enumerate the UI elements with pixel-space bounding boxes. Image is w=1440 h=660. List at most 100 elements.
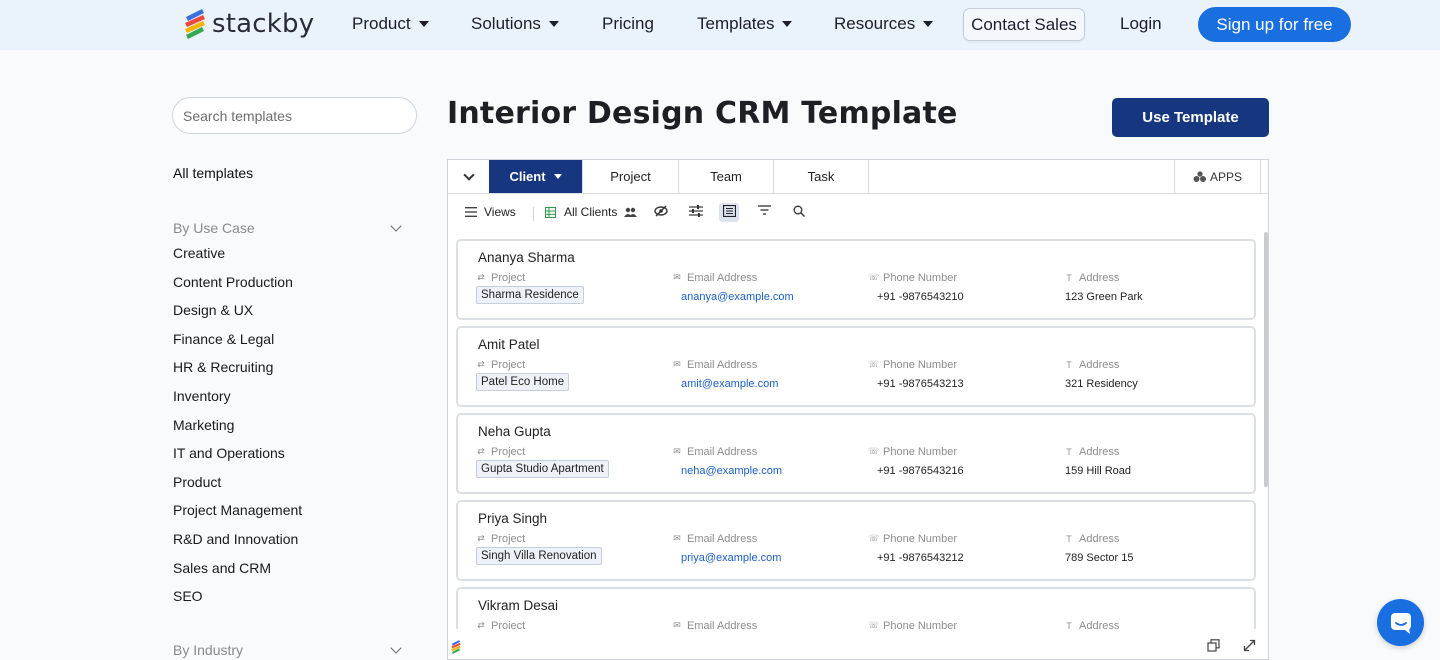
hide-fields-button[interactable]	[654, 205, 668, 217]
tab-task[interactable]: Task	[774, 160, 869, 193]
phone-field: ☏ Phone Number +91 -9876543216	[868, 445, 964, 478]
use-case-item[interactable]: Content Production	[173, 273, 302, 302]
expand-icon[interactable]	[1243, 639, 1256, 652]
address-value: 123 Green Park	[1065, 291, 1143, 303]
address-field: T Address	[1064, 619, 1119, 630]
login-link[interactable]: Login	[1120, 14, 1162, 34]
use-case-item[interactable]: SEO	[173, 587, 302, 616]
contact-sales-button[interactable]: Contact Sales	[963, 8, 1085, 41]
phone-field: ☏ Phone Number	[868, 619, 957, 630]
email-value[interactable]: priya@example.com	[681, 552, 781, 564]
email-icon: ✉	[673, 272, 681, 282]
use-case-item[interactable]: Inventory	[173, 387, 302, 416]
project-field: ⇄ Project Patel Eco Home	[476, 358, 570, 391]
email-value[interactable]: ananya@example.com	[681, 291, 794, 303]
collapse-toggle[interactable]	[448, 160, 489, 193]
field-label: Project	[491, 619, 526, 630]
copy-icon[interactable]	[1207, 639, 1220, 652]
phone-value: +91 -9876543212	[877, 552, 964, 564]
project-field: ⇄ Project	[476, 619, 526, 630]
apps-label: APPS	[1209, 169, 1242, 184]
stackby-logo-icon[interactable]	[450, 639, 462, 655]
nav-product[interactable]: Product	[352, 14, 429, 34]
field-label: Address	[1079, 445, 1120, 458]
record-card[interactable]: Neha Gupta ⇄ Project Gupta Studio Apartme…	[456, 413, 1256, 494]
nav-pricing[interactable]: Pricing	[602, 14, 654, 34]
template-embed: Client Project Team Task APPS Views All …	[447, 159, 1269, 660]
field-label: Phone Number	[883, 619, 957, 630]
tab-client[interactable]: Client	[489, 160, 583, 193]
use-case-item[interactable]: Project Management	[173, 501, 302, 530]
phone-icon: ☏	[868, 620, 880, 629]
caret-down-icon	[553, 174, 562, 179]
apps-icon	[1193, 170, 1206, 182]
project-link-pill[interactable]: Sharma Residence	[476, 286, 584, 304]
use-case-item[interactable]: Marketing	[173, 416, 302, 445]
current-view-name: All Clients	[564, 205, 618, 219]
tab-team[interactable]: Team	[679, 160, 774, 193]
nav-product-label: Product	[352, 14, 411, 33]
text-field-icon: T	[1066, 272, 1072, 283]
use-case-item[interactable]: R&D and Innovation	[173, 530, 302, 559]
embed-footer	[448, 629, 1268, 659]
record-card[interactable]: Vikram Desai ⇄ Project ✉ Email Address ☏ Ph…	[456, 587, 1256, 629]
nav-resources[interactable]: Resources	[834, 14, 934, 34]
record-card[interactable]: Ananya Sharma ⇄ Project Sharma Residence …	[456, 239, 1256, 320]
use-case-list: Creative Content Production Design & UX …	[173, 244, 302, 616]
nav-solutions[interactable]: Solutions	[471, 14, 559, 34]
nav-resources-label: Resources	[834, 14, 916, 33]
phone-field: ☏ Phone Number +91 -9876543212	[868, 532, 964, 565]
stackby-logo-icon	[185, 9, 205, 39]
nav-solutions-label: Solutions	[471, 14, 541, 33]
use-case-item[interactable]: Sales and CRM	[173, 559, 302, 588]
views-button[interactable]: Views	[465, 205, 516, 219]
use-case-item[interactable]: Finance & Legal	[173, 330, 302, 359]
use-case-item[interactable]: Creative	[173, 244, 302, 273]
vertical-scrollbar[interactable]	[1264, 232, 1268, 487]
sliders-icon	[689, 205, 703, 217]
email-value[interactable]: amit@example.com	[681, 378, 778, 390]
card-view-button[interactable]	[723, 205, 736, 217]
all-templates-link[interactable]: All templates	[173, 165, 253, 181]
caret-down-icon	[782, 21, 793, 27]
filter-button[interactable]	[758, 205, 771, 215]
field-label: Email Address	[687, 445, 758, 458]
use-case-item[interactable]: HR & Recruiting	[173, 358, 302, 387]
field-label: Phone Number	[883, 532, 957, 545]
text-field-icon: T	[1066, 620, 1072, 630]
project-link-pill[interactable]: Singh Villa Renovation	[476, 547, 602, 565]
signup-button[interactable]: Sign up for free	[1198, 7, 1351, 42]
field-label: Email Address	[687, 619, 758, 630]
record-name: Neha Gupta	[478, 424, 551, 439]
email-value[interactable]: neha@example.com	[681, 465, 782, 477]
chat-button[interactable]	[1377, 599, 1424, 646]
record-card[interactable]: Amit Patel ⇄ Project Patel Eco Home ✉ Emai…	[456, 326, 1256, 407]
nav-templates[interactable]: Templates	[697, 14, 793, 34]
adjust-fields-button[interactable]	[689, 205, 703, 217]
views-label: Views	[484, 205, 516, 219]
table-tabbar: Client Project Team Task APPS	[448, 160, 1268, 194]
address-value: 789 Sector 15	[1065, 552, 1134, 564]
use-case-item[interactable]: Product	[173, 473, 302, 502]
field-label: Email Address	[687, 358, 758, 371]
field-label: Project	[491, 532, 526, 545]
apps-button[interactable]: APPS	[1174, 160, 1261, 193]
by-use-case-toggle[interactable]: By Use Case	[173, 220, 405, 236]
use-case-item[interactable]: IT and Operations	[173, 444, 302, 473]
tab-project[interactable]: Project	[583, 160, 679, 193]
chevron-down-icon	[462, 168, 475, 181]
record-card[interactable]: Priya Singh ⇄ Project Singh Villa Renovat…	[456, 500, 1256, 581]
search-records-button[interactable]	[793, 205, 805, 217]
current-view-button[interactable]: All Clients	[545, 205, 638, 219]
use-template-button[interactable]: Use Template	[1112, 98, 1269, 137]
by-industry-toggle[interactable]: By Industry	[173, 642, 405, 658]
project-link-pill[interactable]: Gupta Studio Apartment	[476, 460, 609, 478]
use-case-item[interactable]: Design & UX	[173, 301, 302, 330]
email-field: ✉ Email Address neha@example.com	[672, 445, 782, 478]
search-templates-input[interactable]	[172, 97, 417, 134]
project-link-pill[interactable]: Patel Eco Home	[476, 373, 570, 391]
by-industry-heading: By Industry	[173, 642, 244, 658]
stackby-logo[interactable]: stackby	[182, 7, 314, 41]
link-icon: ⇄	[477, 620, 485, 629]
phone-field: ☏ Phone Number +91 -9876543213	[868, 358, 964, 391]
